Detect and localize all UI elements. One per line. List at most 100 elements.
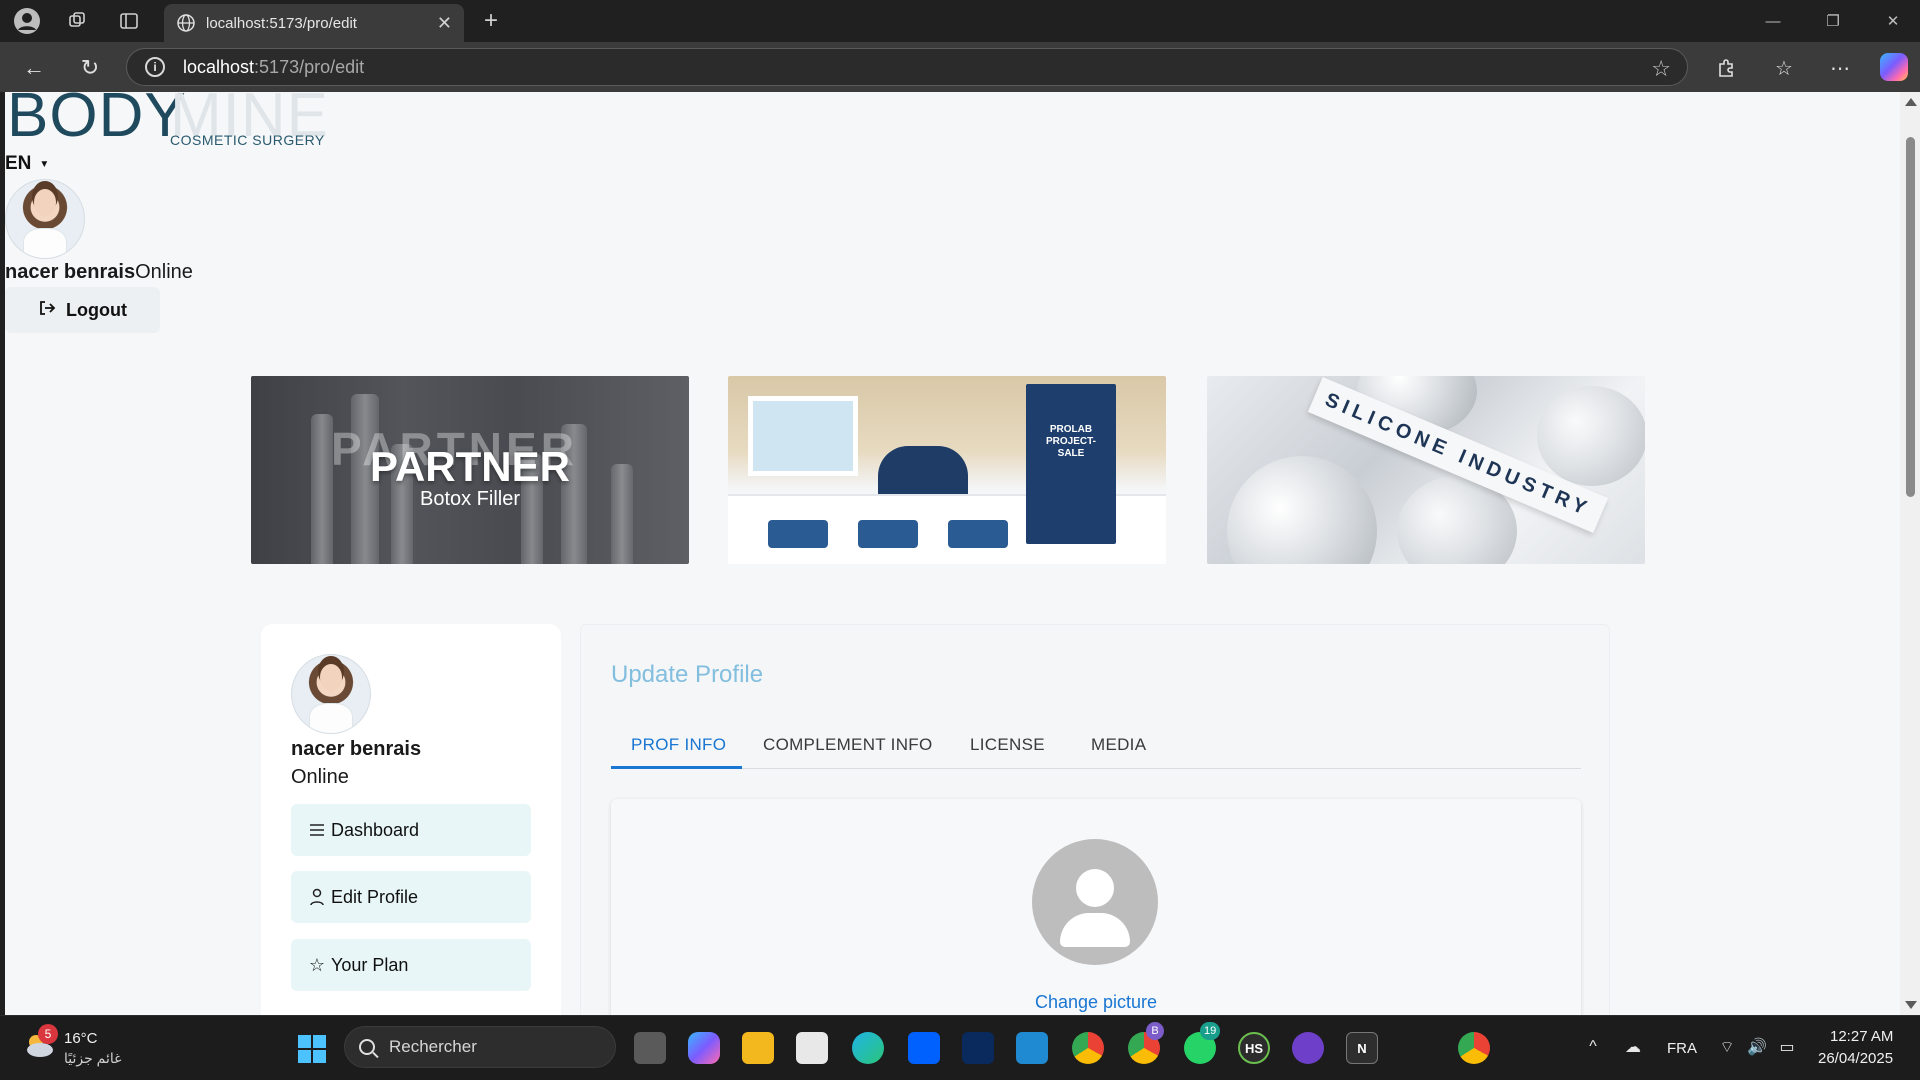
tab-license[interactable]: LICENSE — [970, 721, 1045, 769]
address-bar[interactable]: i localhost:5173/pro/edit ☆ — [126, 48, 1688, 86]
clock-time[interactable]: 12:27 AM — [1830, 1028, 1893, 1045]
prolab-sign-text: PROLAB PROJECT-SALE — [1045, 424, 1096, 459]
scroll-up-arrow-icon[interactable] — [1905, 98, 1917, 106]
sidebar-item-label: Dashboard — [331, 819, 420, 840]
restore-icon[interactable]: ❐ — [1810, 8, 1856, 34]
logout-button[interactable]: Logout — [5, 287, 160, 333]
product-tray-image — [948, 520, 1008, 548]
url-path: :5173/pro/edit — [254, 56, 365, 77]
extensions-icon[interactable] — [1710, 52, 1742, 84]
chrome-secondary-icon[interactable] — [1458, 1032, 1490, 1064]
sidebar-user-status: Online — [291, 766, 349, 788]
change-picture-link[interactable]: Change picture — [611, 992, 1581, 1013]
copilot-app-icon[interactable] — [688, 1032, 720, 1064]
sidebar-user-name: nacer benrais — [291, 738, 422, 760]
globe-icon — [177, 14, 195, 32]
favorite-star-icon[interactable]: ☆ — [1651, 56, 1671, 82]
scroll-down-arrow-icon[interactable] — [1905, 1001, 1917, 1009]
windows-start-icon[interactable] — [298, 1035, 326, 1063]
user-icon — [307, 888, 327, 906]
sidebar-item-dashboard[interactable]: Dashboard — [291, 804, 531, 856]
whatsapp-badge: 19 — [1200, 1022, 1221, 1040]
logo-tagline: COSMETIC SURGERY — [170, 132, 325, 148]
task-view-icon[interactable] — [634, 1032, 666, 1064]
taskbar-search[interactable]: Rechercher — [344, 1026, 616, 1068]
notion-icon[interactable]: N — [1346, 1032, 1378, 1064]
active-tab-indicator — [611, 766, 742, 769]
volume-icon[interactable]: 🔊 — [1746, 1036, 1768, 1058]
chrome-icon[interactable] — [1072, 1032, 1104, 1064]
scroll-thumb[interactable] — [1906, 137, 1915, 497]
profile-sidebar-card: nacer benrais Online Dashboard Edit Prof… — [261, 624, 561, 1015]
product-tray-image — [768, 520, 828, 548]
logout-label: Logout — [66, 299, 127, 320]
dev-app-icon[interactable] — [962, 1032, 994, 1064]
browser-tab-active[interactable]: localhost:5173/pro/edit ✕ — [164, 4, 464, 42]
search-placeholder: Rechercher — [389, 1037, 477, 1056]
sidebar-item-edit-profile[interactable]: Edit Profile — [291, 871, 531, 923]
vscode-icon[interactable] — [1016, 1032, 1048, 1064]
minimize-icon[interactable]: — — [1750, 8, 1796, 34]
back-arrow-icon[interactable]: ← — [18, 52, 50, 84]
hs-app-icon[interactable]: HS — [1238, 1032, 1270, 1064]
partner-subtitle: Botox Filler — [419, 488, 521, 510]
page-title: Update Profile — [611, 661, 764, 688]
dropbox-icon[interactable] — [908, 1032, 940, 1064]
vertical-tabs-icon[interactable] — [114, 6, 144, 36]
favorites-icon[interactable]: ☆ — [1768, 52, 1800, 84]
default-avatar-icon[interactable] — [1032, 839, 1158, 965]
menu-icon — [307, 823, 327, 837]
new-tab-icon[interactable]: + — [476, 6, 506, 36]
logo-word-body: BODY — [7, 92, 187, 150]
header-user-name: nacer benrais — [5, 261, 136, 283]
weather-temperature: 16°C — [64, 1030, 98, 1047]
clinic-mirror-image — [748, 396, 858, 476]
tab-media[interactable]: MEDIA — [1091, 721, 1146, 769]
star-icon: ☆ — [308, 954, 326, 975]
tab-complement-info[interactable]: COMPLEMENT INFO — [763, 721, 932, 769]
profile-tabs: PROF INFO COMPLEMENT INFO LICENSE MEDIA — [611, 721, 1581, 769]
header-avatar[interactable] — [5, 179, 85, 259]
close-tab-icon[interactable]: ✕ — [437, 13, 452, 34]
refresh-icon[interactable]: ↻ — [74, 52, 106, 84]
workspaces-icon[interactable] — [62, 6, 92, 36]
logout-icon — [38, 299, 56, 322]
profile-icon[interactable] — [12, 6, 42, 36]
bodymine-logo[interactable]: BODY MINE COSMETIC SURGERY — [7, 92, 328, 150]
copilot-icon[interactable] — [1880, 53, 1908, 81]
weather-description: غائم جزئيًا — [64, 1050, 122, 1066]
sidebar-avatar[interactable] — [291, 654, 371, 734]
more-menu-icon[interactable]: ⋯ — [1824, 52, 1856, 84]
prolab-banner[interactable]: PROLAB PROJECT-SALE — [728, 376, 1166, 564]
github-icon[interactable] — [1292, 1032, 1324, 1064]
update-profile-card: Update Profile PROF INFO COMPLEMENT INFO… — [580, 624, 1610, 1015]
clock-date[interactable]: 26/04/2025 — [1818, 1050, 1893, 1067]
sidebar-item-label: Your Plan — [331, 954, 409, 975]
partner-banner[interactable]: PARTNER PARTNER Botox Filler — [251, 376, 689, 564]
edge-browser-icon[interactable] — [852, 1032, 884, 1064]
silicone-banner[interactable]: SILICONE INDUSTRY — [1207, 376, 1645, 564]
tab-prof-info[interactable]: PROF INFO — [631, 721, 726, 769]
microsoft-store-icon[interactable] — [796, 1032, 828, 1064]
language-label: EN — [5, 153, 32, 174]
battery-icon[interactable]: ▭ — [1776, 1036, 1798, 1058]
onedrive-offline-icon[interactable]: ☁ — [1622, 1036, 1644, 1058]
browser-titlebar: localhost:5173/pro/edit ✕ + — ❐ ✕ — [0, 0, 1920, 42]
header-user-status: Online — [135, 261, 193, 283]
page-viewport: BODY MINE COSMETIC SURGERY EN ▼ nacer be… — [5, 92, 1900, 1015]
file-explorer-icon[interactable] — [742, 1032, 774, 1064]
header-user-line: nacer benraisOnline — [5, 261, 193, 284]
url-host: localhost — [183, 56, 255, 77]
sidebar-item-your-plan[interactable]: ☆ Your Plan — [291, 939, 531, 991]
wifi-icon[interactable]: ⌔ — [1716, 1036, 1738, 1058]
sidebar-item-label: Edit Profile — [331, 886, 419, 907]
chevron-up-icon[interactable]: ^ — [1582, 1036, 1604, 1058]
site-info-icon[interactable]: i — [145, 57, 165, 77]
page-scrollbar[interactable] — [1900, 92, 1920, 1015]
chrome-profile-badge: B — [1146, 1022, 1164, 1040]
close-window-icon[interactable]: ✕ — [1870, 8, 1916, 34]
language-selector[interactable]: EN ▼ — [5, 153, 49, 175]
caret-down-icon: ▼ — [39, 158, 50, 170]
profile-picture-card: Change picture — [611, 799, 1581, 1015]
input-language[interactable]: FRA — [1667, 1040, 1697, 1057]
